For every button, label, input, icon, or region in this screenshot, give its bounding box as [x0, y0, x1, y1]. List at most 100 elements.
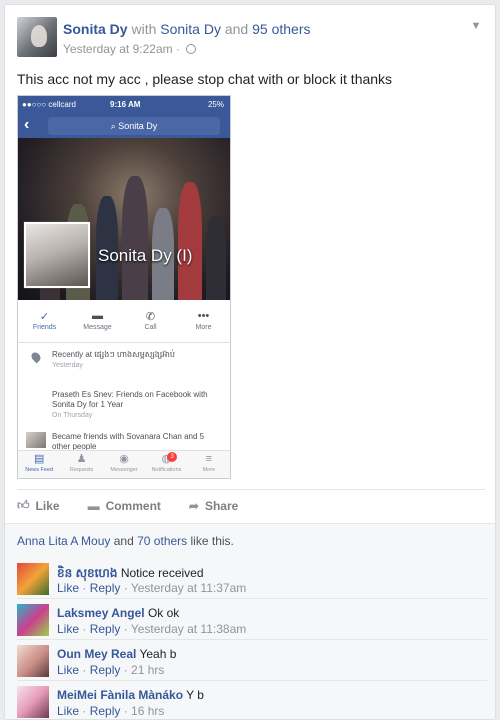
person-figure [206, 216, 226, 300]
phone-nav-bar: ‹ ⌕ Sonita Dy [18, 114, 230, 138]
commenter-avatar[interactable] [17, 563, 49, 595]
comment-text: Notice received [120, 566, 204, 580]
phone-action-label: More [195, 324, 212, 331]
thumbs-up-icon: 👍︎ [17, 498, 30, 512]
comment-meta: Like · Reply · Yesterday at 11:37am [57, 581, 247, 595]
comment-item: Laksmey Angel Ok ok Like · Reply · Yeste… [17, 598, 487, 636]
phone-status-bar: ●●○○○ cellcard 9:16 AM 25% [18, 96, 230, 114]
globe-icon[interactable] [186, 44, 197, 54]
commenter-avatar[interactable] [17, 645, 49, 677]
commenter-name[interactable]: Laksmey Angel [57, 606, 145, 620]
phone-recent-item: Recently at ផ្សេងៗ ហាងសម្ពស្សង្សអ៊ាប់ Ye… [52, 350, 224, 371]
comment-text: Ok ok [147, 606, 180, 620]
tagged-others[interactable]: 95 others [252, 21, 310, 37]
comment-body: Oun Mey Real Yeah b [57, 647, 176, 661]
requests-icon: ♟ [76, 453, 87, 465]
tab-news-feed: ▤ News Feed [18, 451, 60, 478]
phone-action-label: Friends [32, 324, 57, 331]
tab-notifications: ◍ 3 Notifications [145, 451, 187, 478]
comment-like-link[interactable]: Like [57, 622, 79, 636]
phone-action-label: Message [83, 324, 112, 331]
tab-requests: ♟ Requests [60, 451, 102, 478]
mini-avatar [26, 432, 46, 448]
tagged-name[interactable]: Sonita Dy [160, 21, 221, 37]
message-icon: ▬ [92, 310, 103, 322]
like-label: Like [35, 498, 60, 513]
comments-list: ខិន សុខហេង Notice received Like · Reply … [5, 557, 495, 719]
share-button[interactable]: ➦ Share [189, 499, 238, 513]
phone-action-label: Call [144, 324, 157, 331]
menu-icon: ≡ [205, 453, 213, 465]
like-button[interactable]: 👍︎ Like [17, 498, 60, 513]
person-figure [122, 176, 148, 300]
comment-like-link[interactable]: Like [57, 581, 79, 595]
comment-meta: Like · Reply · Yesterday at 11:38am [57, 622, 247, 636]
comment-like-link[interactable]: Like [57, 663, 79, 677]
clock-label: 9:16 AM [110, 100, 141, 109]
tab-label: More [202, 467, 216, 473]
likes-and: and [113, 534, 134, 548]
comment-reply-link[interactable]: Reply [90, 663, 121, 677]
phone-action-call: ✆ Call [124, 310, 177, 340]
post-actions: 👍︎ Like ▬ Comment ➦ Share [17, 489, 485, 521]
and-text: and [224, 21, 249, 37]
comment-time[interactable]: 16 hrs [131, 704, 164, 718]
phone-action-more: ••• More [177, 310, 230, 340]
post-card: Sonita Dy with Sonita Dy and 95 others Y… [4, 4, 496, 720]
comment-item: MeiMei Fànila Mànáko Y b Like · Reply · … [17, 680, 487, 718]
comment-item: Oun Mey Real Yeah b Like · Reply · 21 hr… [17, 639, 487, 677]
person-figure [178, 182, 202, 300]
phone-friends-item: Praseth Es Snev: Friends on Facebook wit… [52, 390, 224, 421]
comment-reply-link[interactable]: Reply [90, 704, 121, 718]
share-icon: ➦ [188, 498, 199, 513]
author-avatar[interactable] [17, 17, 57, 57]
comment-time[interactable]: Yesterday at 11:37am [131, 581, 246, 595]
tab-label: News Feed [25, 467, 54, 473]
commenter-name[interactable]: Oun Mey Real [57, 647, 136, 661]
became-text: Became friends with Sovanara Chan and 5 … [52, 432, 205, 451]
author-name[interactable]: Sonita Dy [63, 21, 128, 37]
post-meta: Yesterday at 9:22am · [63, 42, 197, 56]
recent-place: ផ្សេងៗ ហាងសម្ពស្សង្សអ៊ាប់ [94, 350, 175, 359]
commenter-name[interactable]: MeiMei Fànila Mànáko [57, 688, 183, 702]
comment-body: Laksmey Angel Ok ok [57, 606, 179, 620]
friends-text: Praseth Es Snev: Friends on Facebook wit… [52, 390, 208, 409]
liker-name[interactable]: Anna Lita A Mouy [17, 534, 110, 548]
comment-time[interactable]: Yesterday at 11:38am [131, 622, 246, 636]
chevron-down-icon[interactable]: ▼ [469, 19, 483, 33]
phone-became-item: Became friends with Sovanara Chan and 5 … [52, 432, 224, 452]
commenter-avatar[interactable] [17, 686, 49, 718]
messenger-icon: ◉ [119, 453, 129, 465]
comment-reply-link[interactable]: Reply [90, 622, 121, 636]
likes-suffix: like this. [190, 534, 234, 548]
tab-label: Messenger [110, 467, 138, 473]
comment-button[interactable]: ▬ Comment [88, 499, 161, 513]
comment-text: Y b [186, 688, 204, 702]
phone-profile-actions: ✓ Friends ▬ Message ✆ Call ••• More [18, 310, 230, 340]
comment-item: ខិន សុខហេង Notice received Like · Reply … [17, 557, 487, 595]
post-text: This acc not my acc , please stop chat w… [17, 71, 393, 87]
phone-search-bar: ⌕ Sonita Dy [48, 117, 220, 135]
post-time[interactable]: Yesterday at 9:22am [63, 42, 173, 56]
carrier-label: ●●○○○ cellcard [22, 100, 76, 109]
friends-sub: On Thursday [52, 412, 93, 419]
location-pin-icon [29, 350, 43, 364]
meta-separator: · [175, 42, 180, 56]
comment-time[interactable]: 21 hrs [131, 663, 164, 677]
attached-photo[interactable]: ●●○○○ cellcard 9:16 AM 25% ‹ ⌕ Sonita Dy… [17, 95, 231, 479]
comment-like-link[interactable]: Like [57, 704, 79, 718]
comment-icon: ▬ [87, 498, 100, 513]
phone-action-friends: ✓ Friends [18, 310, 71, 340]
divider [18, 342, 230, 343]
tab-messenger: ◉ Messenger [103, 451, 145, 478]
likes-others[interactable]: 70 others [137, 534, 187, 548]
share-label: Share [204, 498, 239, 513]
phone-icon: ✆ [145, 311, 156, 323]
phone-profile-picture [24, 222, 90, 288]
phone-profile-name: Sonita Dy (I) [98, 246, 193, 265]
phone-tab-bar: ▤ News Feed ♟ Requests ◉ Messenger ◍ 3 Notifi… [18, 450, 230, 478]
commenter-name[interactable]: ខិន សុខហេង [57, 566, 117, 580]
more-dots-icon: ••• [197, 310, 210, 322]
comment-reply-link[interactable]: Reply [90, 581, 121, 595]
commenter-avatar[interactable] [17, 604, 49, 636]
